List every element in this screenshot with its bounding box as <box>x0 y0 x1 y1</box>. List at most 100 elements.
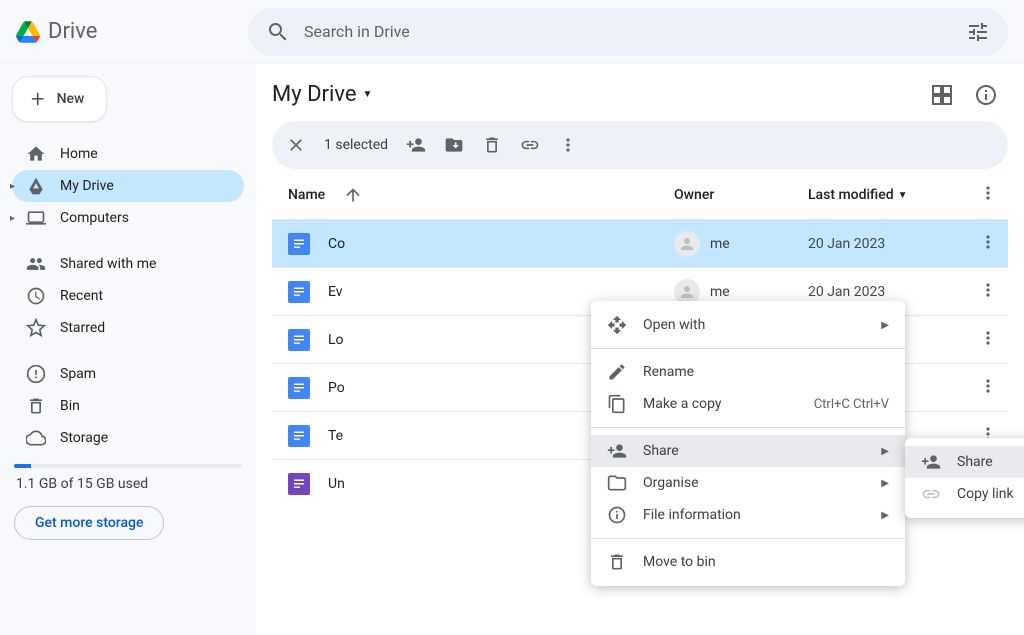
doc-file-icon <box>288 377 310 399</box>
search-options-icon[interactable] <box>966 20 990 44</box>
get-more-storage-button[interactable]: Get more storage <box>14 506 164 540</box>
sidebar-item-label: Storage <box>60 430 108 446</box>
modified-date: 20 Jan 2023 <box>808 236 968 252</box>
sidebar-item-home[interactable]: Home <box>12 138 244 170</box>
sidebar-item-storage[interactable]: Storage <box>12 422 244 454</box>
chevron-down-icon: ▼ <box>898 190 908 201</box>
sidebar-item-starred[interactable]: Starred <box>12 312 244 344</box>
chevron-right-icon: ▶ <box>881 478 889 489</box>
table-row[interactable]: Co me 20 Jan 2023 <box>272 219 1008 267</box>
sidebar-item-recent[interactable]: Recent <box>12 280 244 312</box>
star-icon <box>26 318 46 338</box>
open-with-icon <box>607 315 627 335</box>
cloud-icon <box>26 428 46 448</box>
info-icon[interactable] <box>974 83 998 107</box>
trash-icon <box>607 552 627 572</box>
doc-file-icon <box>288 425 310 447</box>
selection-toolbar: 1 selected <box>272 121 1008 169</box>
file-name: Lo <box>328 332 344 348</box>
row-more-icon[interactable] <box>978 280 998 300</box>
sidebar-item-label: Starred <box>60 320 105 336</box>
column-owner-header[interactable]: Owner <box>674 187 808 203</box>
share-icon[interactable] <box>406 135 426 155</box>
sidebar-item-bin[interactable]: Bin <box>12 390 244 422</box>
rename-icon <box>607 362 627 382</box>
ctx-make-copy[interactable]: Make a copy Ctrl+C Ctrl+V <box>591 388 905 420</box>
sidebar-item-label: Computers <box>60 210 129 226</box>
doc-file-icon <box>288 329 310 351</box>
folder-icon <box>607 473 627 493</box>
ctx-open-with[interactable]: Open with ▶ <box>591 309 905 341</box>
storage-text: 1.1 GB of 15 GB used <box>12 476 244 492</box>
storage-progress <box>14 464 242 468</box>
sort-asc-icon <box>343 185 363 205</box>
grid-view-icon[interactable] <box>930 83 954 107</box>
app-name: Drive <box>48 19 97 44</box>
submenu-share[interactable]: Share <box>905 446 1024 478</box>
move-to-folder-icon[interactable] <box>444 135 464 155</box>
file-name: Co <box>328 236 345 252</box>
spam-icon <box>26 364 46 384</box>
expand-caret-icon[interactable]: ▸ <box>10 213 20 224</box>
more-icon[interactable] <box>978 183 998 203</box>
chevron-down-icon: ▼ <box>363 89 373 100</box>
selection-count: 1 selected <box>324 137 388 153</box>
main-pane: My Drive ▼ 1 selected Name Owne <box>256 64 1024 635</box>
logo-block[interactable]: Drive <box>16 19 248 44</box>
context-menu: Open with ▶ Rename Make a copy Ctrl+C Ct… <box>591 301 905 586</box>
clock-icon <box>26 286 46 306</box>
chevron-right-icon: ▶ <box>881 510 889 521</box>
form-file-icon <box>288 473 310 495</box>
ctx-organise[interactable]: Organise ▶ <box>591 467 905 499</box>
top-bar: Drive <box>0 0 1024 64</box>
row-more-icon[interactable] <box>978 328 998 348</box>
sidebar-item-my-drive[interactable]: ▸ My Drive <box>12 170 244 202</box>
share-icon <box>607 441 627 461</box>
copy-icon <box>607 394 627 414</box>
people-icon <box>26 254 46 274</box>
sidebar-item-label: Home <box>60 146 98 162</box>
new-label: New <box>57 91 85 107</box>
search-bar <box>248 8 1008 56</box>
owner-name: me <box>710 284 730 300</box>
link-icon <box>921 484 941 504</box>
row-more-icon[interactable] <box>978 232 998 252</box>
ctx-file-info[interactable]: File information ▶ <box>591 499 905 531</box>
column-name-header[interactable]: Name <box>288 185 674 205</box>
ctx-share[interactable]: Share ▶ <box>591 435 905 467</box>
share-submenu: Share Copy link <box>905 438 1024 518</box>
more-icon[interactable] <box>558 135 578 155</box>
search-icon[interactable] <box>266 20 290 44</box>
delete-icon[interactable] <box>482 135 502 155</box>
sidebar-item-spam[interactable]: Spam <box>12 358 244 390</box>
drive-logo-icon <box>16 20 40 44</box>
search-input[interactable] <box>304 22 952 41</box>
info-icon <box>607 505 627 525</box>
sidebar-item-label: Bin <box>60 398 80 414</box>
close-icon[interactable] <box>286 135 306 155</box>
sidebar-item-computers[interactable]: ▸ Computers <box>12 202 244 234</box>
file-name: Po <box>328 380 345 396</box>
ctx-rename[interactable]: Rename <box>591 356 905 388</box>
sidebar-item-label: Shared with me <box>60 256 156 272</box>
page-title: My Drive <box>272 82 357 107</box>
link-icon[interactable] <box>520 135 540 155</box>
sidebar-item-shared[interactable]: Shared with me <box>12 248 244 280</box>
chevron-right-icon: ▶ <box>881 320 889 331</box>
sidebar: + New Home ▸ My Drive ▸ Computers Shared… <box>0 64 256 635</box>
row-more-icon[interactable] <box>978 376 998 396</box>
avatar <box>674 231 700 257</box>
expand-caret-icon[interactable]: ▸ <box>10 181 20 192</box>
breadcrumb-title[interactable]: My Drive ▼ <box>272 82 372 107</box>
column-modified-header[interactable]: Last modified ▼ <box>808 187 968 203</box>
owner-name: me <box>710 236 730 252</box>
file-name: Un <box>328 476 345 492</box>
home-icon <box>26 144 46 164</box>
ctx-move-to-bin[interactable]: Move to bin <box>591 546 905 578</box>
table-header: Name Owner Last modified ▼ <box>272 169 1008 219</box>
sidebar-item-label: My Drive <box>60 178 114 194</box>
doc-file-icon <box>288 233 310 255</box>
modified-date: 20 Jan 2023 <box>808 284 968 300</box>
new-button[interactable]: + New <box>12 76 107 122</box>
submenu-copy-link: Copy link <box>905 478 1024 510</box>
